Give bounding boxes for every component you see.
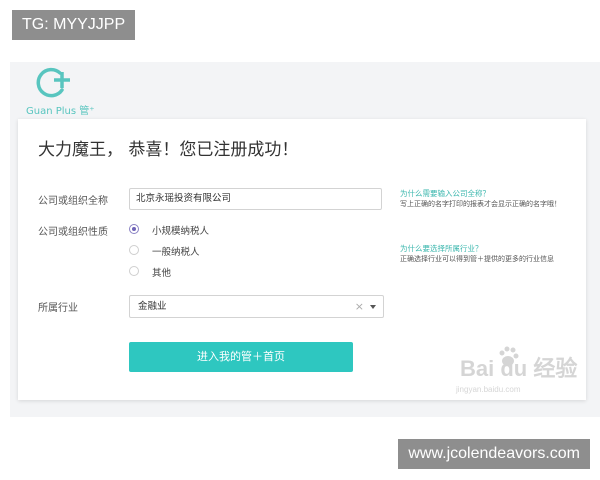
radio-button[interactable] [129,245,139,255]
top-tag: TG: MYYJJPP [12,10,136,40]
company-name-input[interactable]: 北京永瑶投资有限公司 [129,188,382,210]
help-link-company-name[interactable]: 为什么需要输入公司全称？ [400,188,490,199]
baidu-watermark: Bai du 经验 jingyan.baidu.com [438,345,578,405]
page-title: 大力魔王， 恭喜！您已注册成功！ [38,140,299,160]
help-link-industry[interactable]: 为什么要选择所属行业？ [400,243,483,254]
guanplus-logo-icon [36,67,70,98]
company-name-label: 公司或组织全称 [38,196,108,207]
logo[interactable]: Guan Plus 管⁺ [26,66,116,117]
enter-home-button[interactable]: 进入我的管＋首页 [129,342,353,372]
radio-label: 一般纳税人 [152,247,200,258]
logo-text: Guan Plus 管⁺ [26,106,95,117]
bottom-tag: www.jcolendeavors.com [398,439,590,469]
radio-button[interactable] [129,224,139,234]
help-text-company-name: 写上正确的名字打印的报表才会显示正确的名字哦！ [400,200,561,208]
chevron-down-icon[interactable] [370,305,376,309]
watermark-text: Bai du 经验 [460,356,578,381]
industry-select[interactable]: 金融业 × [129,295,384,318]
radio-button[interactable] [129,266,139,276]
company-nature-label: 公司或组织性质 [38,227,108,238]
help-text-industry: 正确选择行业可以得到管＋提供的更多的行业信息 [400,255,554,263]
radio-label: 小规模纳税人 [152,226,210,237]
radio-label: 其他 [152,268,172,279]
clear-icon[interactable]: × [355,296,364,317]
industry-label: 所属行业 [38,303,78,314]
industry-value: 金融业 [138,301,167,312]
watermark-url: jingyan.baidu.com [456,385,521,394]
